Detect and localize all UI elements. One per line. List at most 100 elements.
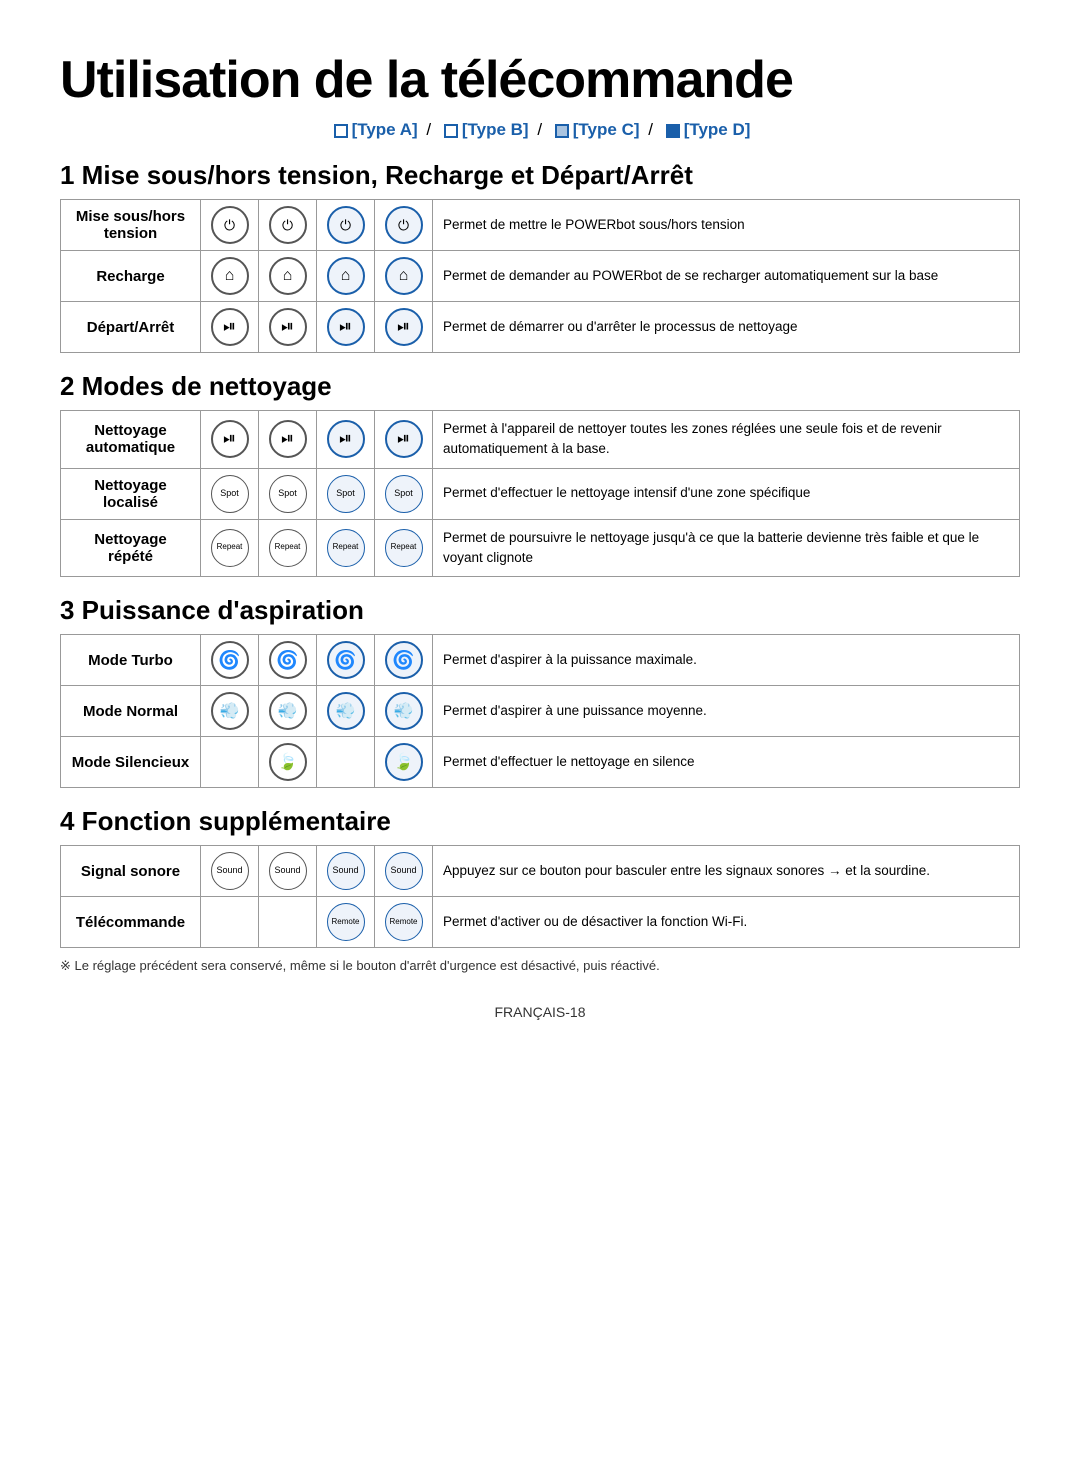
icon-col-c: ⌂ (317, 251, 375, 302)
icon-col-d: Spot (375, 468, 433, 519)
table-row: Signal sonore Sound Sound Sound Sound Ap… (61, 846, 1020, 897)
icon-col-d: ⌂ (375, 251, 433, 302)
icon-col-c: ⏻ (317, 200, 375, 251)
row-label: Télécommande (61, 897, 201, 948)
table-row: Mode Silencieux 🍃 🍃 Permet d'effectuer l… (61, 737, 1020, 788)
icon-col-b: Repeat (259, 519, 317, 577)
sound-icon-a: Sound (211, 852, 249, 890)
recharge-icon-a: ⌂ (211, 257, 249, 295)
icon-col-b: ⏻ (259, 200, 317, 251)
recharge-icon-d: ⌂ (385, 257, 423, 295)
row-desc: Appuyez sur ce bouton pour basculer entr… (433, 846, 1020, 897)
icon-col-c: Sound (317, 846, 375, 897)
row-label: Départ/Arrêt (61, 302, 201, 353)
table-row: Mode Turbo 🌀 🌀 🌀 🌀 Permet d'aspirer à la… (61, 635, 1020, 686)
remote-icon-d: Remote (385, 903, 423, 941)
row-desc: Permet d'effectuer le nettoyage intensif… (433, 468, 1020, 519)
row-label: Recharge (61, 251, 201, 302)
icon-col-c: ⏯ (317, 411, 375, 469)
start-icon-a: ⏯ (211, 308, 249, 346)
row-label: Nettoyagerépété (61, 519, 201, 577)
row-desc: Permet d'effectuer le nettoyage en silen… (433, 737, 1020, 788)
icon-col-d: 💨 (375, 686, 433, 737)
icon-col-a (201, 737, 259, 788)
icon-col-c: 🌀 (317, 635, 375, 686)
power-icon-a: ⏻ (211, 206, 249, 244)
normal-icon-c: 💨 (327, 692, 365, 730)
auto-icon-c: ⏯ (327, 420, 365, 458)
icon-col-a: Spot (201, 468, 259, 519)
row-desc: Permet d'aspirer à la puissance maximale… (433, 635, 1020, 686)
row-desc: Permet à l'appareil de nettoyer toutes l… (433, 411, 1020, 469)
section3-table: Mode Turbo 🌀 🌀 🌀 🌀 Permet d'aspirer à la… (60, 634, 1020, 788)
start-icon-b: ⏯ (269, 308, 307, 346)
sound-icon-d: Sound (385, 852, 423, 890)
spot-icon-a: Spot (211, 475, 249, 513)
icon-col-d: Sound (375, 846, 433, 897)
icon-col-a: ⌂ (201, 251, 259, 302)
icon-col-b: 🌀 (259, 635, 317, 686)
section1-heading: 1 Mise sous/hors tension, Recharge et Dé… (60, 160, 1020, 191)
row-label: Mode Normal (61, 686, 201, 737)
turbo-icon-c: 🌀 (327, 641, 365, 679)
remote-icon-c: Remote (327, 903, 365, 941)
table-row: Nettoyagerépété Repeat Repeat Repeat Rep… (61, 519, 1020, 577)
table-row: Départ/Arrêt ⏯ ⏯ ⏯ ⏯ Permet de démarrer … (61, 302, 1020, 353)
row-label: Signal sonore (61, 846, 201, 897)
icon-col-b: ⌂ (259, 251, 317, 302)
table-row: Télécommande Remote Remote Permet d'acti… (61, 897, 1020, 948)
type-bar: [Type A] / [Type B] / [Type C] / [Type D… (60, 120, 1020, 140)
icon-col-a: 🌀 (201, 635, 259, 686)
icon-col-d: 🍃 (375, 737, 433, 788)
table-row: Mode Normal 💨 💨 💨 💨 Permet d'aspirer à u… (61, 686, 1020, 737)
row-desc: Permet de démarrer ou d'arrêter le proce… (433, 302, 1020, 353)
section2-table: Nettoyageautomatique ⏯ ⏯ ⏯ ⏯ Permet à l'… (60, 410, 1020, 577)
spot-icon-d: Spot (385, 475, 423, 513)
section4-heading: 4 Fonction supplémentaire (60, 806, 1020, 837)
icon-col-b: 🍃 (259, 737, 317, 788)
power-icon-c: ⏻ (327, 206, 365, 244)
icon-col-c (317, 737, 375, 788)
icon-col-d: Remote (375, 897, 433, 948)
table-row: Nettoyagelocalisé Spot Spot Spot Spot Pe… (61, 468, 1020, 519)
icon-col-c: 💨 (317, 686, 375, 737)
power-icon-d: ⏻ (385, 206, 423, 244)
row-desc: Permet de demander au POWERbot de se rec… (433, 251, 1020, 302)
spot-icon-c: Spot (327, 475, 365, 513)
turbo-icon-b: 🌀 (269, 641, 307, 679)
start-icon-d: ⏯ (385, 308, 423, 346)
sound-icon-b: Sound (269, 852, 307, 890)
normal-icon-b: 💨 (269, 692, 307, 730)
table-row: Mise sous/horstension ⏻ ⏻ ⏻ ⏻ Permet de … (61, 200, 1020, 251)
table-row: Recharge ⌂ ⌂ ⌂ ⌂ Permet de demander au P… (61, 251, 1020, 302)
spot-icon-b: Spot (269, 475, 307, 513)
repeat-icon-d: Repeat (385, 529, 423, 567)
turbo-icon-d: 🌀 (385, 641, 423, 679)
icon-col-d: 🌀 (375, 635, 433, 686)
sound-icon-c: Sound (327, 852, 365, 890)
icon-col-b: ⏯ (259, 411, 317, 469)
icon-col-c: Spot (317, 468, 375, 519)
icon-col-d: ⏯ (375, 411, 433, 469)
normal-icon-d: 💨 (385, 692, 423, 730)
icon-col-a: 💨 (201, 686, 259, 737)
auto-icon-b: ⏯ (269, 420, 307, 458)
auto-icon-d: ⏯ (385, 420, 423, 458)
icon-col-a (201, 897, 259, 948)
row-label: Nettoyageautomatique (61, 411, 201, 469)
row-desc: Permet de mettre le POWERbot sous/hors t… (433, 200, 1020, 251)
section2-heading: 2 Modes de nettoyage (60, 371, 1020, 402)
section3-heading: 3 Puissance d'aspiration (60, 595, 1020, 626)
icon-col-b: Spot (259, 468, 317, 519)
page-title: Utilisation de la télécommande (60, 50, 1020, 110)
repeat-icon-c: Repeat (327, 529, 365, 567)
icon-col-a: ⏯ (201, 302, 259, 353)
recharge-icon-b: ⌂ (269, 257, 307, 295)
icon-col-c: Repeat (317, 519, 375, 577)
auto-icon-a: ⏯ (211, 420, 249, 458)
row-desc: Permet d'aspirer à une puissance moyenne… (433, 686, 1020, 737)
row-label: Mode Silencieux (61, 737, 201, 788)
icon-col-a: Repeat (201, 519, 259, 577)
row-desc: Permet d'activer ou de désactiver la fon… (433, 897, 1020, 948)
repeat-icon-b: Repeat (269, 529, 307, 567)
